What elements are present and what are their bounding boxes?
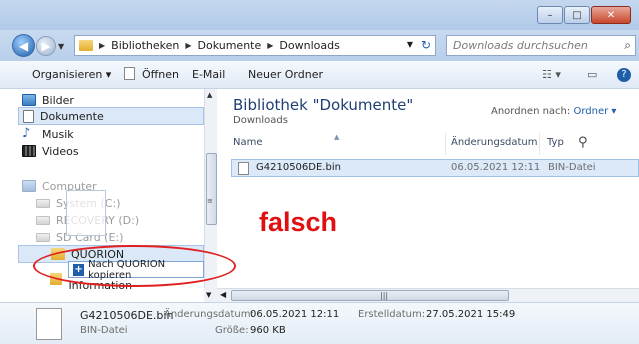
details-size-value: 960 KB xyxy=(250,325,286,336)
library-title: Bibliothek "Dokumente" xyxy=(233,96,414,114)
back-button[interactable]: ◀ xyxy=(12,34,35,57)
search-input[interactable]: Downloads durchsuchen ⌕ xyxy=(446,35,636,56)
scroll-down-icon[interactable]: ▼ xyxy=(204,288,217,302)
column-divider[interactable] xyxy=(539,133,540,155)
nav-item-label: Musik xyxy=(42,127,74,141)
forward-button[interactable]: ▶ xyxy=(36,36,56,56)
nav-item-music[interactable]: ♪ Musik xyxy=(18,125,204,143)
recent-pages-dropdown[interactable]: ▼ xyxy=(58,42,64,51)
details-created-label: Erstelldatum: xyxy=(358,309,426,320)
documents-icon xyxy=(23,109,34,123)
details-modified-value: 06.05.2021 12:11 xyxy=(250,309,340,320)
minimize-button[interactable]: – xyxy=(537,6,563,24)
content-horizontal-scrollbar[interactable]: ◀ ||| xyxy=(217,288,639,302)
help-icon[interactable]: ? xyxy=(617,68,631,82)
open-file-icon xyxy=(124,67,135,80)
nav-item-videos[interactable]: Videos xyxy=(18,142,204,160)
search-column-icon[interactable]: ⚲ xyxy=(578,135,588,150)
open-button[interactable]: Öffnen xyxy=(142,68,179,81)
details-created-value: 27.05.2021 15:49 xyxy=(426,309,516,320)
arrange-dropdown[interactable]: Ordner ▾ xyxy=(573,106,616,117)
file-name: G4210506DE.bin xyxy=(256,162,341,173)
computer-icon xyxy=(22,180,36,192)
annotation-text: falsch xyxy=(259,207,338,237)
grip-icon: ||| xyxy=(380,291,389,300)
nav-item-documents[interactable]: Dokumente xyxy=(18,107,204,125)
file-icon xyxy=(238,162,249,175)
scroll-left-icon[interactable]: ◀ xyxy=(220,290,226,299)
arrange-label: Anordnen nach: xyxy=(491,106,571,117)
breadcrumb-downloads[interactable]: Downloads xyxy=(279,39,339,52)
email-button[interactable]: E-Mail xyxy=(192,68,225,81)
music-icon: ♪ xyxy=(22,126,31,141)
drive-icon xyxy=(36,232,50,242)
nav-item-label: Videos xyxy=(42,144,79,158)
library-subtitle: Downloads xyxy=(233,115,288,126)
search-placeholder: Downloads durchsuchen xyxy=(453,39,588,52)
annotation-ellipse xyxy=(33,245,236,287)
organize-button[interactable]: Organisieren ▾ xyxy=(32,68,111,81)
arrange-by[interactable]: Anordnen nach: Ordner ▾ xyxy=(491,106,616,117)
chevron-right-icon[interactable]: ▶ xyxy=(99,41,105,50)
title-bar: – □ ✕ xyxy=(0,0,639,30)
sort-ascending-icon: ▲ xyxy=(334,133,340,141)
column-header-type[interactable]: Typ xyxy=(547,137,564,148)
drag-ghost-file-icon xyxy=(66,190,106,236)
nav-item-sd-card-e[interactable]: SD Card (E:) xyxy=(18,228,204,246)
command-bar: Organisieren ▾ Öffnen E-Mail Neuer Ordne… xyxy=(0,61,639,89)
window-controls: – □ ✕ xyxy=(536,6,631,24)
scroll-up-icon[interactable]: ▲ xyxy=(207,91,212,99)
column-header-name[interactable]: Name xyxy=(233,137,263,148)
content-pane: Bibliothek "Dokumente" Downloads Anordne… xyxy=(217,89,639,288)
details-modified-label: Änderungsdatum: xyxy=(164,309,254,320)
folder-icon xyxy=(79,40,93,51)
search-icon[interactable]: ⌕ xyxy=(624,38,631,53)
nav-item-label: Bilder xyxy=(42,93,74,107)
scrollbar-thumb[interactable] xyxy=(206,153,217,225)
refresh-icon[interactable]: ↻ xyxy=(421,38,431,52)
details-pane: G4210506DE.bin Änderungsdatum: 06.05.202… xyxy=(0,302,639,344)
chevron-right-icon[interactable]: ▶ xyxy=(185,41,191,50)
details-size-label: Größe: xyxy=(215,325,249,336)
chevron-right-icon[interactable]: ▶ xyxy=(267,41,273,50)
videos-icon xyxy=(22,145,36,157)
drive-icon xyxy=(36,215,50,225)
pictures-icon xyxy=(22,94,36,106)
details-filename: G4210506DE.bin xyxy=(80,309,174,322)
details-type: BIN-Datei xyxy=(80,325,128,336)
nav-item-recovery-d[interactable]: RECOVERY (D:) xyxy=(18,211,204,229)
file-type: BIN-Datei xyxy=(548,162,596,173)
column-header-date[interactable]: Änderungsdatum xyxy=(451,137,538,148)
file-thumbnail-icon xyxy=(36,308,62,340)
breadcrumb-libraries[interactable]: Bibliotheken xyxy=(111,39,179,52)
view-options-icon[interactable]: ☷ ▾ xyxy=(542,68,561,81)
new-folder-button[interactable]: Neuer Ordner xyxy=(248,68,323,81)
nav-item-computer[interactable]: Computer xyxy=(18,177,204,195)
preview-pane-icon[interactable]: ▭ xyxy=(587,68,597,81)
drive-icon xyxy=(36,198,50,208)
nav-item-label: Dokumente xyxy=(40,109,104,123)
file-row[interactable]: G4210506DE.bin 06.05.2021 12:11 BIN-Date… xyxy=(231,159,639,177)
grip-icon: ≡ xyxy=(207,197,213,205)
maximize-button[interactable]: □ xyxy=(564,6,590,24)
breadcrumb-documents[interactable]: Dokumente xyxy=(198,39,262,52)
column-divider[interactable] xyxy=(445,133,446,155)
address-bar[interactable]: ▶ Bibliotheken ▶ Dokumente ▶ Downloads ▼… xyxy=(74,35,436,56)
scrollbar-thumb[interactable]: ||| xyxy=(231,290,509,301)
address-row: ◀ ▶ ▼ ▶ Bibliotheken ▶ Dokumente ▶ Downl… xyxy=(0,30,639,61)
address-dropdown-icon[interactable]: ▼ xyxy=(407,40,413,49)
nav-item-system-c[interactable]: System (C:) xyxy=(18,194,204,212)
close-button[interactable]: ✕ xyxy=(591,6,631,24)
file-date: 06.05.2021 12:11 xyxy=(451,162,541,173)
